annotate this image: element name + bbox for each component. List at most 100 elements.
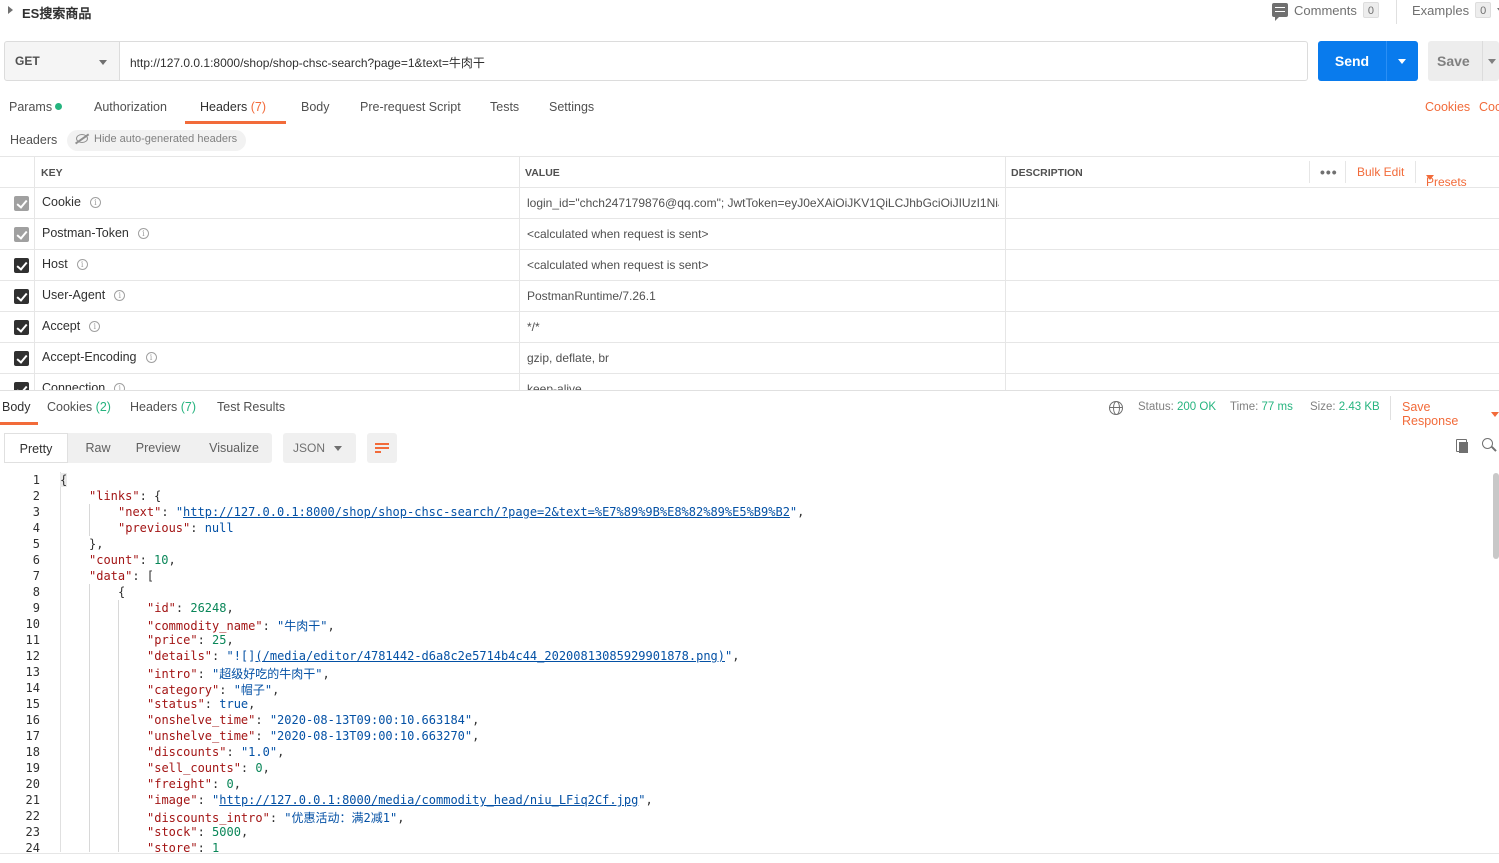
- send-button[interactable]: Send: [1318, 41, 1418, 81]
- search-icon[interactable]: [1482, 438, 1493, 449]
- indent-guide: [89, 584, 90, 852]
- table-row: Cookie i login_id="chch247179876@qq.com";…: [0, 188, 1499, 219]
- response-tab-body[interactable]: Body: [2, 400, 31, 414]
- row-checkbox[interactable]: [14, 227, 29, 242]
- header-value-cell[interactable]: keep-alive: [527, 382, 999, 390]
- tab-headers-label: Headers: [200, 100, 248, 114]
- row-checkbox[interactable]: [14, 196, 29, 211]
- row-checkbox[interactable]: [14, 382, 29, 390]
- code-line: "unshelve_time": "2020-08-13T09:00:10.66…: [147, 729, 480, 743]
- copy-icon[interactable]: [1456, 439, 1468, 453]
- save-options-chevron-icon[interactable]: [1488, 59, 1496, 64]
- header-value-cell[interactable]: */*: [527, 320, 999, 334]
- raw-button[interactable]: Raw: [70, 433, 126, 463]
- send-options-chevron-icon[interactable]: [1398, 59, 1406, 64]
- header-action-divider: [1415, 161, 1416, 183]
- comment-icon: [1272, 3, 1288, 21]
- col-key-header: KEY: [41, 167, 63, 179]
- response-tab-headers[interactable]: Headers (7): [130, 400, 196, 414]
- next-page-link[interactable]: http://127.0.0.1:8000/shop/shop-chsc-sea…: [183, 505, 790, 519]
- header-value-cell[interactable]: <calculated when request is sent>: [527, 227, 999, 241]
- row-checkbox[interactable]: [14, 258, 29, 273]
- code-line: "id": 26248,: [147, 601, 234, 615]
- response-tab-cookies[interactable]: Cookies (2): [47, 400, 111, 414]
- indent-guide: [89, 504, 90, 536]
- info-icon[interactable]: i: [76, 258, 88, 270]
- tab-headers[interactable]: Headers (7): [200, 100, 266, 114]
- format-select[interactable]: JSON: [283, 433, 356, 463]
- chevron-down-icon: [1491, 411, 1499, 417]
- body-view-selector: Pretty Raw Preview Visualize: [4, 433, 272, 463]
- visualize-button[interactable]: Visualize: [198, 433, 270, 463]
- commodity-name-value: "牛肉干": [277, 619, 328, 633]
- status-value: 200 OK: [1177, 401, 1217, 413]
- info-icon[interactable]: i: [137, 227, 149, 239]
- row-checkbox[interactable]: [14, 320, 29, 335]
- header-value-cell[interactable]: PostmanRuntime/7.26.1: [527, 289, 999, 303]
- row-checkbox[interactable]: [14, 351, 29, 366]
- response-tab-test-results[interactable]: Test Results: [217, 400, 285, 414]
- info-icon[interactable]: i: [89, 196, 101, 208]
- response-tab-headers-label: Headers: [130, 400, 178, 414]
- details-image-link[interactable]: (/media/editor/4781442-d6a8c2e5714b4c44_…: [255, 649, 725, 663]
- line-number: 22: [25, 809, 40, 823]
- header-key: Postman-Token: [42, 226, 129, 240]
- code-line: {: [60, 473, 68, 487]
- collapse-caret-icon[interactable]: [8, 6, 13, 14]
- title-bar: ES搜索商品 Comments 0 Examples 0: [0, 0, 1499, 24]
- discounts-value: "1.0": [240, 745, 278, 759]
- tab-body[interactable]: Body: [301, 100, 330, 114]
- title-divider: [1396, 0, 1397, 24]
- tab-settings[interactable]: Settings: [549, 100, 594, 114]
- onshelve-time-value: "2020-08-13T09:00:10.663184": [269, 713, 473, 727]
- header-key: Host: [42, 257, 68, 271]
- request-tabs: Params Authorization Headers (7) Body Pr…: [0, 95, 1499, 125]
- preview-button[interactable]: Preview: [126, 433, 190, 463]
- tab-authorization[interactable]: Authorization: [94, 100, 167, 114]
- save-button[interactable]: Save: [1428, 41, 1499, 81]
- header-value-cell[interactable]: login_id="chch247179876@qq.com"; JwtToke…: [527, 196, 999, 210]
- tab-prerequest-script[interactable]: Pre-request Script: [360, 100, 461, 114]
- table-row: Host i <calculated when request is sent>: [0, 250, 1499, 281]
- tab-params[interactable]: Params: [9, 100, 63, 114]
- comments-button[interactable]: Comments 0: [1272, 2, 1379, 21]
- wrap-lines-button[interactable]: [367, 433, 397, 463]
- scrollbar-thumb[interactable]: [1493, 473, 1499, 559]
- response-body-viewer[interactable]: 1 2 3 4 5 6 7 8 9 10 11 12 13 14 15 16 1…: [0, 472, 1499, 852]
- response-tab-headers-count: (7): [180, 400, 197, 414]
- response-tab-cookies-label: Cookies: [47, 400, 93, 414]
- bulk-edit-button[interactable]: Bulk Edit: [1357, 165, 1404, 179]
- code-link[interactable]: Coc: [1479, 100, 1499, 114]
- pretty-button[interactable]: Pretty: [4, 433, 68, 463]
- info-icon[interactable]: i: [145, 351, 157, 363]
- line-number: 21: [25, 793, 40, 807]
- row-checkbox[interactable]: [14, 289, 29, 304]
- request-title[interactable]: ES搜索商品: [22, 3, 91, 22]
- header-value-cell[interactable]: <calculated when request is sent>: [527, 258, 999, 272]
- chevron-down-icon: [99, 60, 107, 65]
- info-icon[interactable]: i: [114, 289, 126, 301]
- line-number: 2: [32, 489, 40, 503]
- header-key: Accept: [42, 319, 81, 333]
- image-link[interactable]: http://127.0.0.1:8000/media/commodity_he…: [219, 793, 638, 807]
- cookies-link[interactable]: Cookies: [1425, 100, 1470, 114]
- url-input[interactable]: http://127.0.0.1:8000/shop/shop-chsc-sea…: [119, 41, 1308, 81]
- header-value-cell[interactable]: gzip, deflate, br: [527, 351, 999, 365]
- info-icon[interactable]: i: [114, 382, 126, 390]
- line-number: 4: [32, 521, 40, 535]
- hide-auto-generated-headers-button[interactable]: Hide auto-generated headers: [67, 130, 247, 151]
- status-divider: [1390, 396, 1391, 420]
- header-key-cell: Accept-Encoding i: [42, 350, 157, 364]
- save-response-button[interactable]: Save Response: [1402, 400, 1499, 428]
- method-select[interactable]: GET: [4, 41, 120, 81]
- more-options-icon[interactable]: •••: [1320, 164, 1338, 180]
- code-line: "freight": 0,: [147, 777, 241, 791]
- info-icon[interactable]: i: [89, 320, 101, 332]
- line-number: 11: [25, 633, 40, 647]
- save-response-label: Save Response: [1402, 400, 1459, 428]
- headers-table: KEY VALUE DESCRIPTION ••• Bulk Edit Pres…: [0, 156, 1499, 390]
- examples-button[interactable]: Examples 0: [1412, 2, 1499, 18]
- response-tabs: Body Cookies (2) Headers (7) Test Result…: [0, 390, 1499, 428]
- globe-icon[interactable]: [1109, 401, 1123, 415]
- tab-tests[interactable]: Tests: [490, 100, 519, 114]
